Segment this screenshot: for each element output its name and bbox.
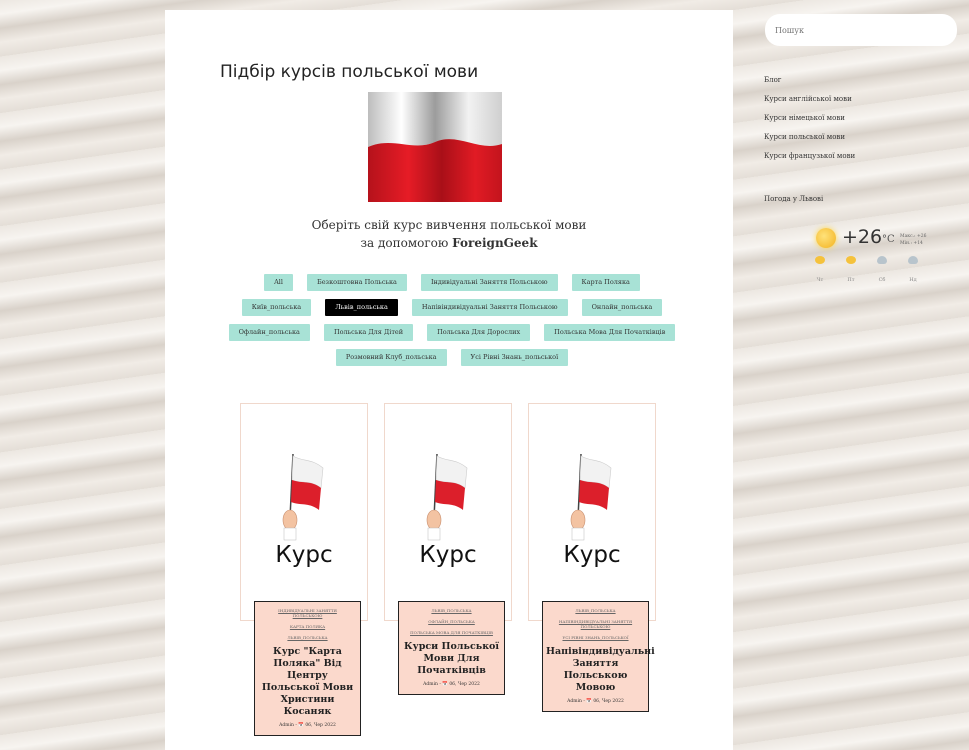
weather-minmax: Макс.: +26 Мін.: +14	[900, 233, 927, 247]
course-card-image-text: Курс	[275, 542, 333, 568]
forecast-day-label: Чт	[816, 277, 824, 283]
sidebar-item-english-courses[interactable]: Курси англійської мови	[764, 90, 855, 109]
filter-adults[interactable]: Польська Для Дорослих	[427, 324, 531, 341]
subtitle-prefix: за допомогою	[360, 236, 453, 250]
hand-with-flag-icon	[570, 454, 612, 541]
hand-with-flag-icon	[426, 454, 468, 541]
weather-temperature: +26	[842, 226, 883, 248]
subtitle-line-2: за допомогою ForeignGeek	[165, 234, 733, 252]
subtitle-line-1: Оберіть свій курс вивчення польської мов…	[311, 218, 587, 232]
course-card-meta: Admin - 📅 06, Чер 2022	[567, 699, 624, 704]
sidebar-item-blog[interactable]: Блог	[764, 71, 855, 90]
course-filter-bar: All Безкоштовна Польська Індивідуальні З…	[227, 274, 677, 366]
sunny-icon	[815, 256, 825, 264]
course-card-tag[interactable]: ЛЬВІВ_ПОЛЬСЬКА	[408, 608, 495, 613]
course-card-info: ЛЬВІВ_ПОЛЬСЬКА ОФЛАЙН_ПОЛЬСЬКА ПОЛЬСЬКА …	[398, 601, 505, 695]
filter-all-levels[interactable]: Усі Рівні Знань_польської	[460, 349, 569, 366]
sidebar-item-polish-courses[interactable]: Курси польської мови	[764, 128, 855, 147]
weather-min: Мін.: +14	[900, 241, 923, 246]
forecast-day-label: Сб	[878, 277, 886, 283]
course-card-title[interactable]: Напівіндивідуальні Заняття Польською Мов…	[546, 646, 655, 694]
course-card-meta: Admin - 📅 06, Чер 2022	[279, 723, 336, 728]
course-card-title[interactable]: Курс "Карта Поляка" Від Центру Польської…	[258, 646, 357, 718]
sun-icon	[816, 228, 836, 248]
sidebar-menu: Блог Курси англійської мови Курси німець…	[764, 71, 855, 166]
filter-kyiv[interactable]: Київ_польська	[241, 299, 312, 316]
filter-individual-lessons[interactable]: Індивідуальні Заняття Польською	[420, 274, 558, 291]
subtitle-brand: ForeignGeek	[452, 236, 538, 250]
filter-lviv[interactable]: Львів_польська	[325, 299, 398, 316]
hand-with-flag-icon	[282, 454, 324, 541]
course-card-image[interactable]: Курс	[528, 403, 656, 621]
poland-flag-image	[368, 92, 502, 202]
filter-beginners[interactable]: Польська Мова Для Початківців	[544, 324, 676, 341]
filter-online[interactable]: Онлайн_польська	[581, 299, 663, 316]
search-input[interactable]	[765, 14, 957, 46]
course-card-tag[interactable]: НАПІВІНДИВІДУАЛЬНІ ЗАНЯТТЯ ПОЛЬСЬКОЮ	[552, 619, 639, 629]
course-card-image[interactable]: Курс	[240, 403, 368, 621]
course-card-image-text: Курс	[419, 542, 477, 568]
filter-all[interactable]: All	[264, 274, 293, 291]
sidebar-item-french-courses[interactable]: Курси французької мови	[764, 147, 855, 166]
filter-kids[interactable]: Польська Для Дітей	[323, 324, 414, 341]
course-card-title[interactable]: Курси Польської Мови Для Початківців	[402, 641, 501, 677]
filter-karta-polaka[interactable]: Карта Поляка	[571, 274, 640, 291]
course-card-tag[interactable]: ЛЬВІВ_ПОЛЬСЬКА	[264, 635, 351, 640]
forecast-day-label: Пт	[847, 277, 855, 283]
weather-forecast: Чт Пт Сб Нд	[812, 256, 921, 285]
course-card-image[interactable]: Курс	[384, 403, 512, 621]
course-card-tag[interactable]: ОФЛАЙН_ПОЛЬСЬКА	[408, 619, 495, 624]
filter-free-polish[interactable]: Безкоштовна Польська	[306, 274, 407, 291]
page-title: Підбір курсів польської мови	[220, 62, 479, 82]
course-card-tag[interactable]: ЛЬВІВ_ПОЛЬСЬКА	[552, 608, 639, 613]
course-card-tag[interactable]: ПОЛЬСЬКА МОВА ДЛЯ ПОЧАТКІВЦІВ	[408, 630, 495, 635]
course-card-info: ІНДИВІДУАЛЬНІ ЗАНЯТТЯ ПОЛЬСЬКОЮ КАРТА ПО…	[254, 601, 361, 736]
weather-unit: °C	[882, 234, 895, 245]
filter-semi-individual-lessons[interactable]: Напівіндивідуальні Заняття Польською	[411, 299, 568, 316]
forecast-day-label: Нд	[909, 277, 917, 283]
course-card-info: ЛЬВІВ_ПОЛЬСЬКА НАПІВІНДИВІДУАЛЬНІ ЗАНЯТТ…	[542, 601, 655, 712]
page-subtitle: Оберіть свій курс вивчення польської мов…	[165, 216, 733, 252]
forecast-day: Нд	[905, 256, 921, 285]
filter-offline[interactable]: Офлайн_польська	[228, 324, 310, 341]
cloudy-icon	[908, 256, 918, 264]
course-card-tag[interactable]: КАРТА ПОЛЯКА	[264, 624, 351, 629]
sunny-icon	[846, 256, 856, 264]
course-card-grid: Курс ІНДИВІДУАЛЬНІ ЗАНЯТТЯ ПОЛЬСЬКОЮ КАР…	[240, 395, 660, 740]
course-card-meta: Admin - 📅 06, Чер 2022	[423, 682, 480, 687]
course-card-image-text: Курс	[563, 542, 621, 568]
course-card-tag[interactable]: ІНДИВІДУАЛЬНІ ЗАНЯТТЯ ПОЛЬСЬКОЮ	[264, 608, 351, 618]
main-content: Підбір курсів польської мови Оберіть сві…	[165, 10, 733, 750]
forecast-day: Пт	[843, 256, 859, 285]
cloudy-icon	[877, 256, 887, 264]
weather-widget: +26 °C Макс.: +26 Мін.: +14 Чт Пт Сб Нд	[812, 224, 942, 284]
forecast-day: Сб	[874, 256, 890, 285]
weather-widget-title: Погода у Львові	[764, 195, 824, 203]
filter-speaking-club[interactable]: Розмовний Клуб_польська	[335, 349, 447, 366]
forecast-day: Чт	[812, 256, 828, 285]
sidebar-item-german-courses[interactable]: Курси німецької мови	[764, 109, 855, 128]
weather-max: Макс.: +26	[900, 234, 927, 239]
course-card-tag[interactable]: УСІ РІВНІ ЗНАНЬ_ПОЛЬСЬКОЇ	[552, 635, 639, 640]
